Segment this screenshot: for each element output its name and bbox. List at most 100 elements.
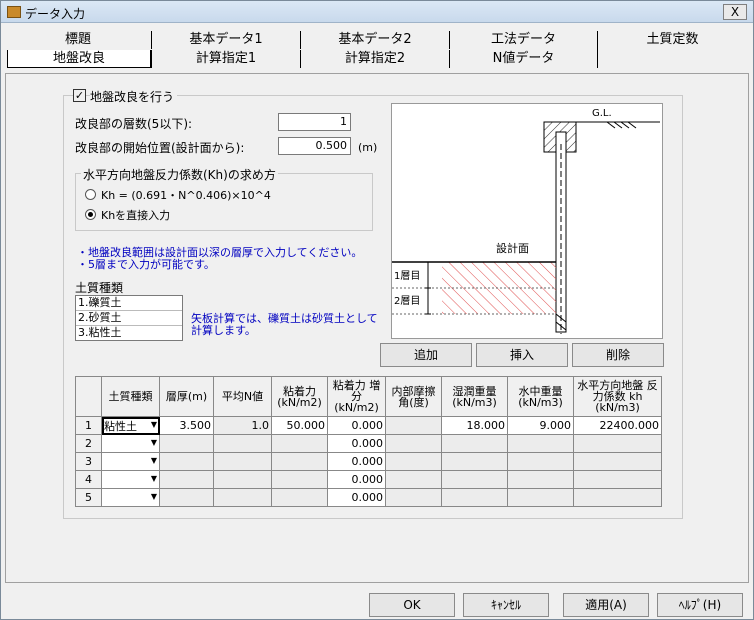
sub-weight-cell[interactable] [507, 470, 574, 489]
dropdown-arrow-icon[interactable]: ▼ [151, 438, 157, 447]
avg-n-cell[interactable]: 1.0 [213, 416, 272, 435]
kh-method-title: 水平方向地盤反力係数(Kh)の求め方 [81, 166, 278, 183]
tab-method-data[interactable]: 工法データ [449, 31, 597, 49]
table-row: 4 ▼ 0.000 [75, 470, 662, 489]
cohesion-cell[interactable]: 50.000 [271, 416, 328, 435]
kh-cell[interactable] [573, 470, 662, 489]
friction-cell[interactable] [385, 452, 442, 471]
sub-weight-cell[interactable] [507, 434, 574, 453]
row-number: 4 [75, 470, 102, 489]
cohesion-cell[interactable] [271, 470, 328, 489]
window-title: データ入力 [25, 7, 86, 21]
cross-section-svg: G.L. 設計面 1層目 2層目 [392, 108, 660, 334]
cohesion-inc-cell[interactable]: 0.000 [327, 452, 386, 471]
soil-note-2: 計算します。 [191, 324, 256, 337]
kh-cell[interactable] [573, 488, 662, 507]
close-button[interactable]: X [723, 4, 747, 20]
tab-soil-constants[interactable]: 土質定数 [597, 31, 747, 49]
soil-type-select[interactable]: ▼ [101, 470, 160, 489]
avg-n-cell[interactable] [213, 470, 272, 489]
help-button[interactable]: ﾍﾙﾌﾟ(H) [657, 593, 743, 617]
header-wet-weight: 湿潤重量 (kN/m3) [441, 376, 508, 417]
cohesion-cell[interactable] [271, 452, 328, 471]
add-layer-button[interactable]: 追加 [380, 343, 472, 367]
cohesion-inc-cell[interactable]: 0.000 [327, 470, 386, 489]
row-number: 2 [75, 434, 102, 453]
dropdown-arrow-icon[interactable]: ▼ [151, 420, 157, 429]
kh-cell[interactable]: 22400.000 [573, 416, 662, 435]
wet-weight-cell[interactable] [441, 452, 508, 471]
layers-label: 改良部の層数(5以下): [75, 117, 193, 131]
soil-type-select[interactable]: 粘性土 ▼ [101, 416, 160, 435]
table-row: 1 粘性土 ▼ 3.500 1.0 50.000 0.000 18.000 9.0… [75, 416, 662, 435]
soil-value: 粘性土 [104, 419, 137, 433]
cohesion-cell[interactable] [271, 434, 328, 453]
kh-cell[interactable] [573, 452, 662, 471]
thickness-cell[interactable] [159, 452, 214, 471]
sub-weight-cell[interactable]: 9.000 [507, 416, 574, 435]
enable-checkbox[interactable]: ✓ [73, 89, 86, 102]
thickness-cell[interactable] [159, 488, 214, 507]
dropdown-arrow-icon[interactable]: ▼ [151, 474, 157, 483]
header-soil-type: 土質種類 [101, 376, 160, 417]
tab-ground-improvement[interactable]: 地盤改良 [7, 50, 151, 68]
delete-layer-button[interactable]: 削除 [572, 343, 664, 367]
soil-type-item: 2.砂質土 [76, 311, 182, 326]
cohesion-inc-cell[interactable]: 0.000 [327, 488, 386, 507]
header-kh: 水平方向地盤 反力係数 kh (kN/m3) [573, 376, 662, 417]
thickness-cell[interactable] [159, 470, 214, 489]
thickness-cell[interactable]: 3.500 [159, 416, 214, 435]
header-corner [75, 376, 102, 417]
wet-weight-cell[interactable] [441, 470, 508, 489]
soil-type-select[interactable]: ▼ [101, 488, 160, 507]
soil-type-select[interactable]: ▼ [101, 452, 160, 471]
layers-input[interactable]: 1 [278, 113, 351, 131]
tab-title[interactable]: 標題 [5, 31, 151, 49]
wet-weight-cell[interactable]: 18.000 [441, 416, 508, 435]
header-cohesion: 粘着力 (kN/m2) [271, 376, 328, 417]
sub-weight-cell[interactable] [507, 452, 574, 471]
soil-type-item: 3.粘性土 [78, 326, 122, 339]
table-header-row: 土質種類 層厚(m) 平均N値 粘着力 (kN/m2) 粘着力 増分 (kN/m… [75, 376, 662, 417]
layer-table: 土質種類 層厚(m) 平均N値 粘着力 (kN/m2) 粘着力 増分 (kN/m… [75, 376, 662, 507]
cross-section-diagram: G.L. 設計面 1層目 2層目 [391, 103, 663, 339]
table-row: 5 ▼ 0.000 [75, 488, 662, 507]
avg-n-cell[interactable] [213, 452, 272, 471]
kh-formula-radio[interactable] [85, 189, 96, 200]
cancel-button[interactable]: ｷｬﾝｾﾙ [463, 593, 549, 617]
friction-cell[interactable] [385, 470, 442, 489]
cohesion-inc-cell[interactable]: 0.000 [327, 416, 386, 435]
ok-button[interactable]: OK [369, 593, 455, 617]
cohesion-cell[interactable] [271, 488, 328, 507]
tab-calc-setting-1[interactable]: 計算指定1 [151, 50, 300, 68]
dropdown-arrow-icon[interactable]: ▼ [151, 492, 157, 501]
insert-layer-button[interactable]: 挿入 [476, 343, 568, 367]
tab-calc-setting-2[interactable]: 計算指定2 [300, 50, 449, 68]
friction-cell[interactable] [385, 416, 442, 435]
row-number: 5 [75, 488, 102, 507]
wet-weight-cell[interactable] [441, 488, 508, 507]
kh-cell[interactable] [573, 434, 662, 453]
avg-n-cell[interactable] [213, 488, 272, 507]
cohesion-inc-cell[interactable]: 0.000 [327, 434, 386, 453]
tab-n-value-data[interactable]: N値データ [449, 50, 597, 68]
friction-cell[interactable] [385, 488, 442, 507]
kh-direct-radio[interactable] [85, 209, 96, 220]
avg-n-cell[interactable] [213, 434, 272, 453]
header-sub-weight: 水中重量 (kN/m3) [507, 376, 574, 417]
apply-button[interactable]: 適用(A) [563, 593, 649, 617]
design-surface-label: 設計面 [496, 241, 529, 255]
wet-weight-cell[interactable] [441, 434, 508, 453]
tab-basic-data-2[interactable]: 基本データ2 [300, 31, 449, 49]
start-position-input[interactable]: 0.500 [278, 137, 351, 155]
table-row: 3 ▼ 0.000 [75, 452, 662, 471]
row-number: 1 [75, 416, 102, 435]
header-friction: 内部摩擦 角(度) [385, 376, 442, 417]
soil-type-item: 1.礫質土 [76, 296, 182, 311]
dropdown-arrow-icon[interactable]: ▼ [151, 456, 157, 465]
tab-basic-data-1[interactable]: 基本データ1 [151, 31, 300, 49]
friction-cell[interactable] [385, 434, 442, 453]
sub-weight-cell[interactable] [507, 488, 574, 507]
soil-type-select[interactable]: ▼ [101, 434, 160, 453]
thickness-cell[interactable] [159, 434, 214, 453]
